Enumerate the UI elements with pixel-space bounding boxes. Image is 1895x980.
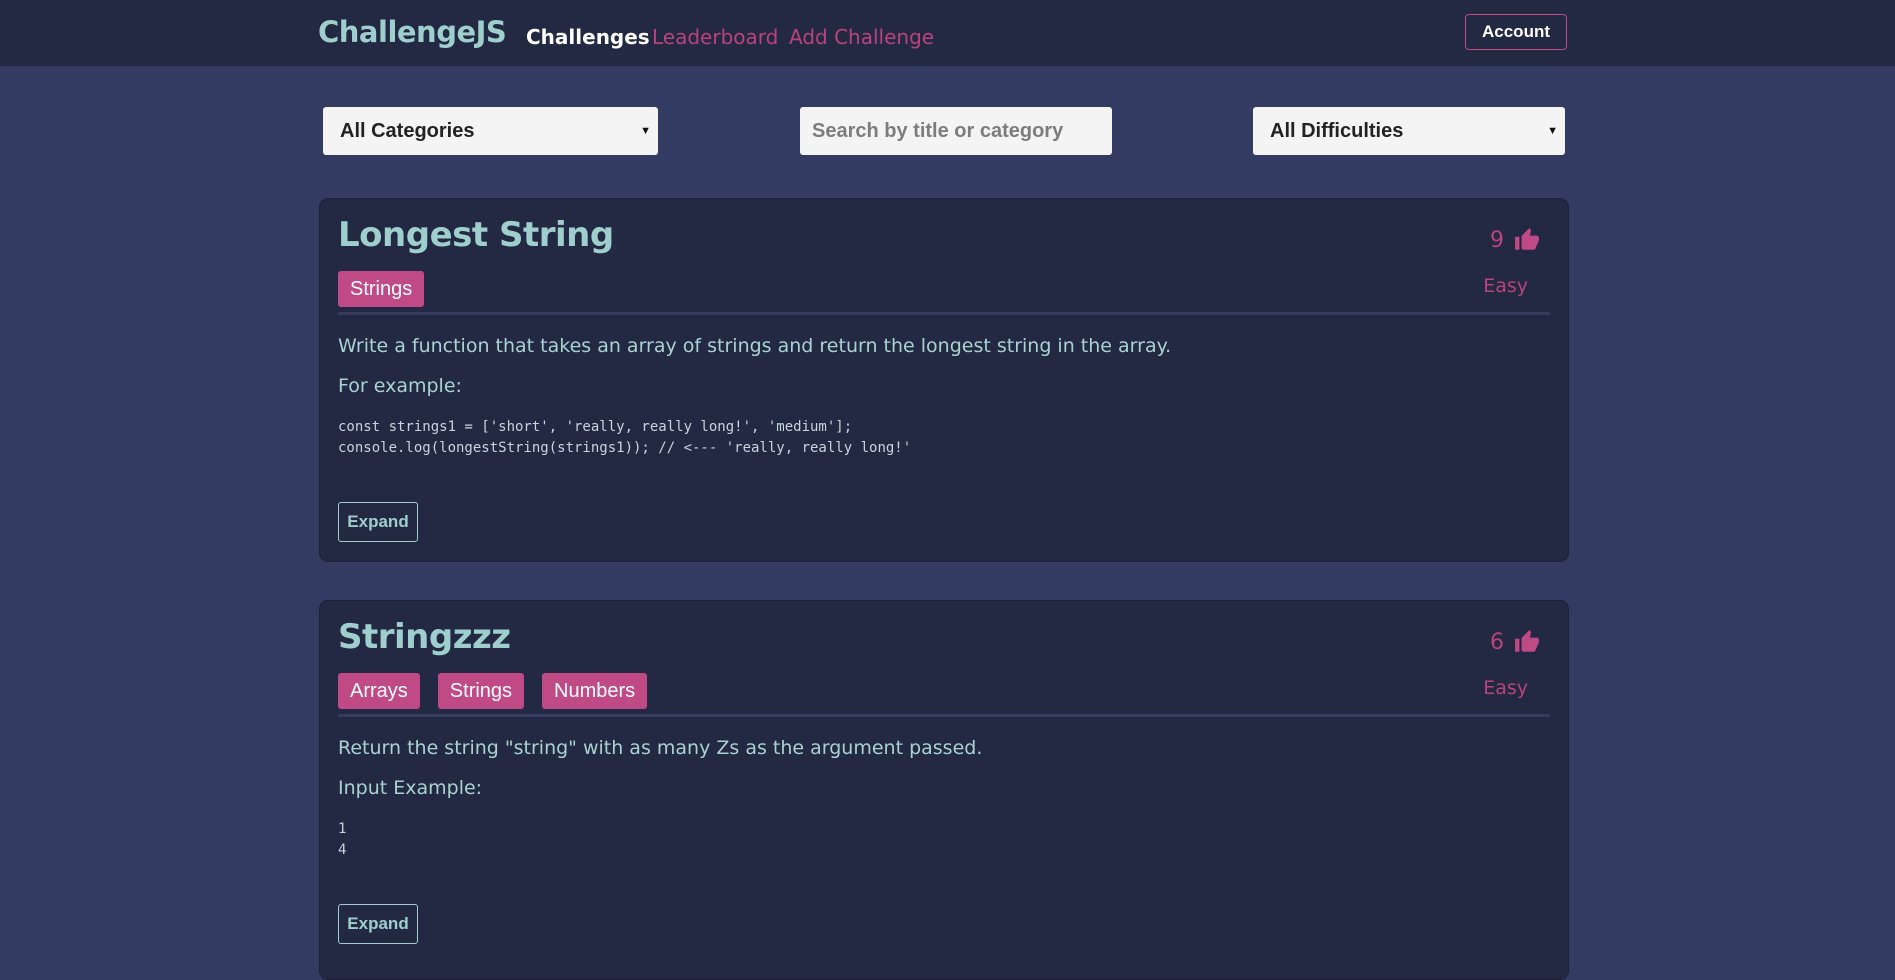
challenge-title: Longest String [338,215,614,255]
card-divider [338,714,1550,717]
vote-count[interactable]: 6 [1490,629,1540,655]
category-select-value: All Categories [340,120,475,142]
caret-down-icon: ▼ [1547,125,1558,137]
example-code: const strings1 = ['short', 'really, real… [338,419,912,456]
challenge-description: Return the string "string" with as many … [338,737,983,759]
tag-badge[interactable]: Strings [437,673,525,709]
nav-leaderboard[interactable]: Leaderboard [652,25,778,49]
caret-down-icon: ▼ [640,125,651,137]
tag-badge[interactable]: Numbers [542,673,648,709]
expand-button[interactable]: Expand [338,904,418,944]
challenge-title: Stringzzz [338,617,511,657]
tag-badge[interactable]: Strings [338,271,425,307]
challenge-card: Longest String 9 Strings Easy Write a fu… [319,198,1569,562]
example-code: 1 4 [338,821,347,858]
account-button[interactable]: Account [1465,14,1567,50]
tag-badge[interactable]: Arrays [338,673,420,709]
tag-list: Arrays Strings Numbers [338,673,648,709]
thumbs-up-icon[interactable] [1514,629,1540,655]
expand-button[interactable]: Expand [338,502,418,542]
difficulty-label: Easy [1483,275,1528,297]
example-label: For example: [338,375,462,397]
thumbs-up-icon[interactable] [1514,227,1540,253]
challenge-card: Stringzzz 6 Arrays Strings Numbers Easy … [319,600,1569,980]
example-label: Input Example: [338,777,483,799]
vote-count-value: 6 [1490,629,1504,655]
category-select[interactable]: All Categories ▼ [323,107,658,155]
card-divider [338,312,1550,315]
difficulty-label: Easy [1483,677,1528,699]
vote-count[interactable]: 9 [1490,227,1540,253]
vote-count-value: 9 [1490,227,1504,253]
brand-logo[interactable]: ChallengeJS [318,15,507,49]
nav-add-challenge[interactable]: Add Challenge [789,25,934,49]
challenge-description: Write a function that takes an array of … [338,335,1172,357]
tag-list: Strings [338,271,425,307]
difficulty-select[interactable]: All Difficulties ▼ [1253,107,1565,155]
difficulty-select-value: All Difficulties [1270,120,1404,142]
nav-challenges[interactable]: Challenges [526,25,650,49]
search-input[interactable] [800,107,1112,155]
top-navbar: ChallengeJS Challenges Leaderboard Add C… [0,0,1895,66]
